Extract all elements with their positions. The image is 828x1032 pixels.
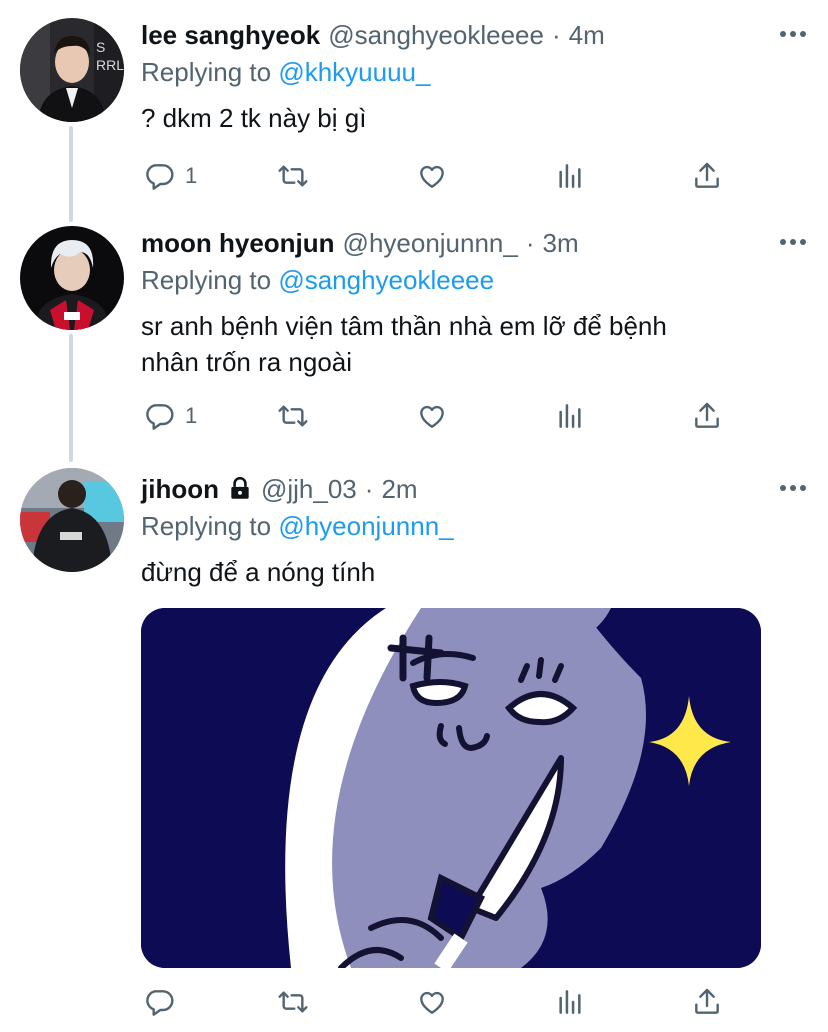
- username[interactable]: @hyeonjunnn_: [343, 228, 518, 259]
- timestamp[interactable]: 4m: [569, 20, 605, 51]
- like-icon: [420, 405, 444, 428]
- tweet-actions: [141, 982, 741, 1022]
- reply-icon: [146, 990, 174, 1016]
- analytics-icon: [559, 990, 581, 1014]
- tweet-text: sr anh bệnh viện tâm thần nhà em lỡ để b…: [141, 308, 808, 380]
- share-button[interactable]: [691, 982, 723, 1022]
- replying-to: Replying to @hyeonjunnn_: [141, 508, 808, 544]
- username[interactable]: @jjh_03: [261, 474, 357, 505]
- like-button[interactable]: [416, 982, 448, 1022]
- share-button[interactable]: [691, 156, 723, 196]
- retweet-button[interactable]: [277, 156, 309, 196]
- share-icon: [695, 402, 719, 428]
- share-icon: [695, 162, 719, 188]
- reply-icon: [146, 164, 174, 190]
- svg-text:RRL: RRL: [96, 57, 124, 73]
- like-icon: [420, 991, 444, 1014]
- analytics-button[interactable]: [554, 396, 586, 436]
- replying-to: Replying to @sanghyeokleeee: [141, 262, 808, 298]
- reply-count: 1: [185, 403, 198, 428]
- analytics-button[interactable]: [554, 156, 586, 196]
- tweet-text: đừng để a nóng tính: [141, 557, 376, 587]
- retweet-icon: [278, 991, 308, 1013]
- reply-button[interactable]: [143, 982, 175, 1022]
- like-button[interactable]: [416, 396, 448, 436]
- tweet-header: moon hyeonjun @hyeonjunnn_ · 3m: [141, 224, 808, 262]
- username[interactable]: @sanghyeokleeee: [328, 20, 544, 51]
- tweet-actions: 1: [141, 156, 741, 196]
- retweet-button[interactable]: [277, 982, 309, 1022]
- reply-count: 1: [185, 163, 198, 188]
- separator-dot: ·: [525, 227, 535, 258]
- svg-text:S: S: [96, 39, 105, 55]
- display-name[interactable]: lee sanghyeok: [141, 20, 320, 51]
- retweet-button[interactable]: [277, 396, 309, 436]
- avatar[interactable]: S RRL: [20, 18, 124, 122]
- tweet-text: ? dkm 2 tk này bị gì: [141, 103, 367, 133]
- mention-link[interactable]: @sanghyeokleeee: [278, 265, 494, 295]
- timestamp[interactable]: 3m: [543, 228, 579, 259]
- more-icon[interactable]: [778, 230, 808, 254]
- like-icon: [420, 165, 444, 188]
- retweet-icon: [278, 405, 308, 427]
- replying-label: Replying to: [141, 57, 272, 87]
- mention-link[interactable]: @khkyuuuu_: [278, 57, 430, 87]
- replying-to: Replying to @khkyuuuu_: [141, 54, 808, 90]
- separator-dot: ·: [551, 19, 561, 50]
- tweet-actions: 1: [141, 396, 741, 436]
- display-name[interactable]: moon hyeonjun: [141, 228, 335, 259]
- more-icon[interactable]: [778, 22, 808, 46]
- knife-sticker-image: [141, 608, 761, 968]
- tweet-header: lee sanghyeok @sanghyeokleeee · 4m: [141, 16, 808, 54]
- tweet[interactable]: S RRL lee sanghyeok @sanghyeokleeee · 4m…: [0, 0, 828, 220]
- tweet-header: jihoon @jjh_03 · 2m: [141, 470, 808, 508]
- share-button[interactable]: [691, 396, 723, 436]
- reply-button[interactable]: 1: [143, 396, 197, 436]
- reply-button[interactable]: 1: [143, 156, 197, 196]
- lock-icon: [231, 476, 249, 499]
- retweet-icon: [278, 165, 308, 187]
- avatar[interactable]: [20, 468, 124, 572]
- avatar[interactable]: [20, 226, 124, 330]
- analytics-button[interactable]: [554, 982, 586, 1022]
- analytics-icon: [559, 404, 581, 428]
- tweet[interactable]: moon hyeonjun @hyeonjunnn_ · 3m Replying…: [0, 222, 828, 458]
- reply-icon: [146, 404, 174, 430]
- display-name[interactable]: jihoon: [141, 474, 219, 505]
- separator-dot: ·: [364, 473, 374, 504]
- share-icon: [695, 988, 719, 1014]
- tweet-text-line: nhân trốn ra ngoài: [141, 347, 353, 377]
- mention-link[interactable]: @hyeonjunnn_: [278, 511, 453, 541]
- like-button[interactable]: [416, 156, 448, 196]
- replying-label: Replying to: [141, 265, 272, 295]
- replying-label: Replying to: [141, 511, 272, 541]
- tweet-text-line: sr anh bệnh viện tâm thần nhà em lỡ để b…: [141, 311, 667, 341]
- tweet-media-image[interactable]: [141, 608, 761, 968]
- more-icon[interactable]: [778, 476, 808, 500]
- analytics-icon: [559, 164, 581, 188]
- timestamp[interactable]: 2m: [381, 474, 417, 505]
